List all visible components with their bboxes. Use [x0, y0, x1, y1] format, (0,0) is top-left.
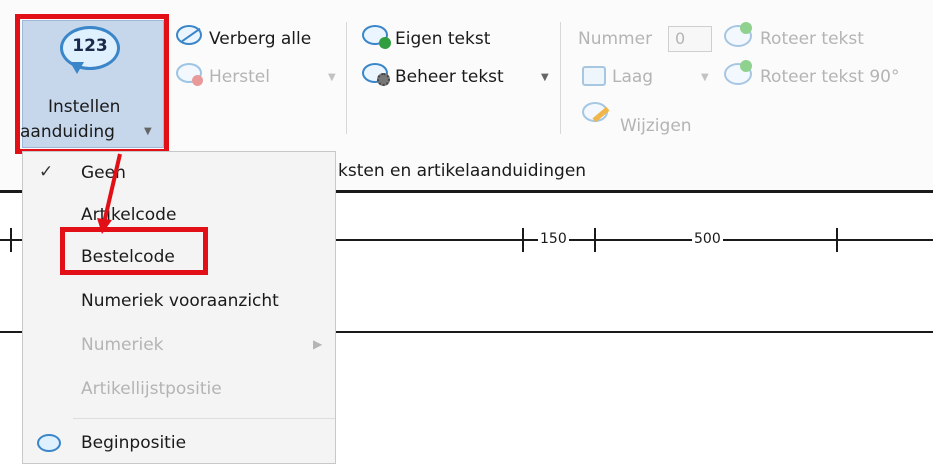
- red-arrow-icon: [97, 153, 122, 234]
